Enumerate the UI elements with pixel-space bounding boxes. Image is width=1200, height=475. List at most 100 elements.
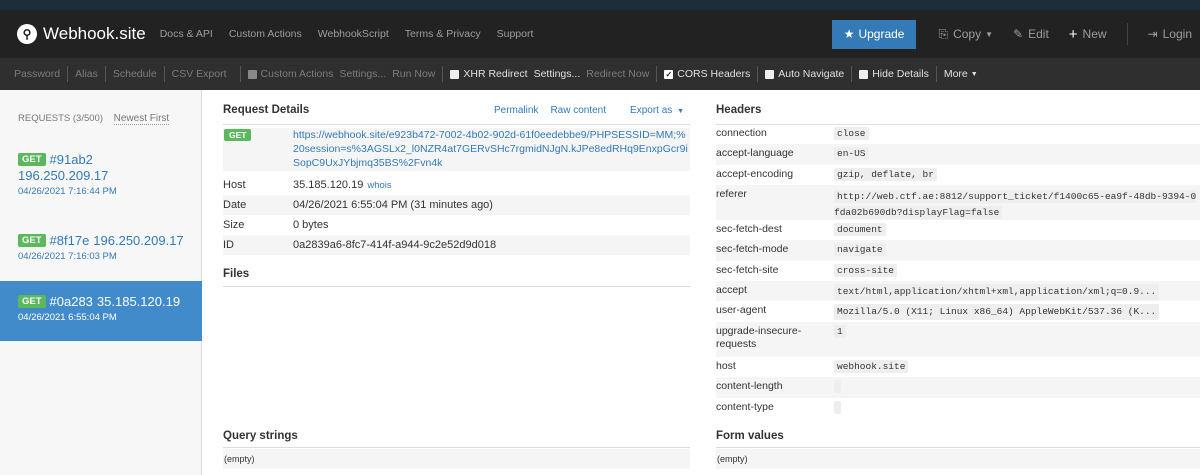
nav-divider — [1126, 23, 1128, 45]
id-label: ID — [223, 239, 234, 251]
form-values-title: Form values — [716, 430, 784, 442]
request-id: #8f17e — [49, 233, 90, 248]
export-as-label: Export as — [630, 105, 673, 116]
request-id: #0a283 — [49, 294, 93, 309]
more-dropdown[interactable]: More ▼ — [944, 68, 978, 80]
copy-label: Copy — [953, 27, 982, 41]
detail-row-id: ID 0a2839a6-8fc7-414f-a944-9c2e52d9d018 — [223, 235, 690, 255]
nav-link-docs[interactable]: Docs & API — [160, 28, 213, 40]
method-badge: GET — [18, 234, 46, 247]
auto-navigate-label: Auto Navigate — [778, 68, 845, 80]
login-button[interactable]: ⇥ Login — [1148, 27, 1192, 41]
header-row: user-agent Mozilla/5.0 (X11; Linux x86_6… — [716, 301, 1200, 322]
header-value: Mozilla/5.0 (X11; Linux x86_64) AppleWeb… — [834, 304, 1160, 320]
schedule-button[interactable]: Schedule — [113, 68, 157, 80]
star-icon: ★ — [843, 27, 855, 41]
header-row: upgrade-insecure-requests 1 — [716, 322, 1200, 357]
header-name: content-type — [716, 401, 774, 413]
cors-headers-label: CORS Headers — [677, 68, 751, 80]
upgrade-button[interactable]: ★ Upgrade — [831, 19, 917, 49]
toolbar-divider — [656, 66, 658, 82]
headers-title: Headers — [716, 104, 762, 116]
xhr-redirect-toggle[interactable]: XHR Redirect — [450, 68, 528, 80]
browser-top-strip — [0, 0, 1200, 10]
request-item[interactable]: GET #8f17e 196.250.209.17 04/26/2021 7:1… — [0, 233, 202, 262]
header-name: user-agent — [716, 304, 767, 316]
query-strings-empty: (empty) — [223, 449, 690, 469]
toolbar-divider — [935, 66, 937, 82]
nav-link-webhookscript[interactable]: WebhookScript — [318, 28, 389, 40]
hide-details-toggle[interactable]: Hide Details — [859, 68, 929, 80]
toolbar-divider — [851, 66, 853, 82]
alias-button[interactable]: Alias — [75, 68, 98, 80]
new-label: New — [1082, 27, 1107, 41]
header-value — [834, 401, 841, 414]
auto-navigate-toggle[interactable]: Auto Navigate — [765, 68, 844, 80]
brand[interactable]: ⚲ Webhook.site — [17, 24, 146, 44]
edit-label: Edit — [1028, 27, 1049, 41]
request-url-row: GET https://webhook.site/e923b472-7002-4… — [223, 128, 690, 171]
permalink-link[interactable]: Permalink — [494, 105, 538, 116]
header-value: gzip, deflate, br — [834, 168, 937, 181]
csv-export-button[interactable]: CSV Export — [172, 68, 227, 80]
brand-name: Webhook.site — [43, 24, 146, 43]
form-values-empty: (empty) — [716, 449, 1200, 469]
more-label: More — [943, 68, 968, 80]
checkbox-unchecked-icon — [765, 69, 775, 79]
checkbox-checked-icon: ✓ — [664, 69, 674, 79]
raw-content-link[interactable]: Raw content — [550, 105, 606, 116]
redirect-now-button[interactable]: Redirect Now — [586, 68, 649, 80]
header-value — [834, 380, 841, 393]
run-now-button[interactable]: Run Now — [392, 68, 435, 80]
toolbar-divider — [67, 66, 69, 82]
header-row: content-length — [716, 377, 1200, 398]
divider — [716, 447, 1200, 448]
requests-header: REQUESTS (3/500) Newest First — [18, 113, 170, 125]
nav-link-terms[interactable]: Terms & Privacy — [405, 28, 481, 40]
custom-actions-toggle[interactable]: Custom Actions — [247, 68, 334, 80]
caret-down-icon: ▼ — [985, 29, 994, 39]
toolbar-divider — [757, 66, 759, 82]
checkbox-unchecked-icon — [450, 69, 460, 79]
header-name: accept-language — [716, 147, 794, 159]
xhr-settings-button[interactable]: Settings... — [534, 68, 581, 80]
header-value: http://web.ctf.ae:8812/support_ticket/f1… — [834, 190, 1197, 219]
checkbox-unchecked-icon — [859, 69, 869, 79]
header-name: content-length — [716, 380, 783, 392]
header-name: referer — [716, 188, 747, 200]
method-badge: GET — [224, 129, 252, 141]
custom-actions-label: Custom Actions — [260, 68, 334, 80]
requests-count: REQUESTS (3/500) — [18, 113, 103, 124]
request-url-link[interactable]: https://webhook.site/e923b472-7002-4b02-… — [293, 128, 689, 170]
edit-button[interactable]: ✎ Edit — [1013, 27, 1049, 41]
header-value: en-US — [834, 147, 869, 160]
request-item[interactable]: GET #91ab2 196.250.209.17 04/26/2021 7:1… — [0, 152, 202, 197]
requests-sidebar: REQUESTS (3/500) Newest First GET #91ab2… — [0, 90, 202, 475]
header-row: connection close — [716, 124, 1200, 144]
header-row: host webhook.site — [716, 357, 1200, 377]
detail-row-size: Size 0 bytes — [223, 215, 690, 235]
checkbox-unchecked-icon — [247, 69, 257, 79]
detail-row-date: Date 04/26/2021 6:55:04 PM (31 minutes a… — [223, 195, 690, 215]
header-value: text/html,application/xhtml+xml,applicat… — [834, 284, 1160, 300]
custom-actions-settings-button[interactable]: Settings... — [339, 68, 386, 80]
caret-down-icon: ▼ — [677, 108, 684, 115]
detail-row-host: Host 35.185.120.19 whois — [223, 175, 690, 195]
size-value: 0 bytes — [293, 219, 329, 231]
cors-headers-toggle[interactable]: ✓ CORS Headers — [664, 68, 750, 80]
request-date: 04/26/2021 6:55:04 PM — [18, 312, 117, 323]
header-row: referer http://web.ctf.ae:8812/support_t… — [716, 185, 1200, 220]
export-as-dropdown[interactable]: Export as ▼ — [618, 105, 684, 116]
nav-link-custom-actions[interactable]: Custom Actions — [229, 28, 302, 40]
sort-order-toggle[interactable]: Newest First — [113, 113, 170, 125]
main-navbar: ⚲ Webhook.site Docs & API Custom Actions… — [0, 10, 1200, 58]
header-row: content-type — [716, 398, 1200, 418]
header-value: navigate — [834, 243, 886, 256]
whois-link[interactable]: whois — [367, 180, 391, 191]
new-button[interactable]: + New — [1069, 26, 1107, 43]
request-item-selected[interactable]: GET #0a283 35.185.120.19 04/26/2021 6:55… — [0, 281, 202, 341]
nav-link-support[interactable]: Support — [497, 28, 534, 40]
header-row: sec-fetch-mode navigate — [716, 240, 1200, 261]
copy-button[interactable]: ⎘ Copy ▼ — [938, 27, 993, 42]
password-button[interactable]: Password — [14, 68, 60, 80]
